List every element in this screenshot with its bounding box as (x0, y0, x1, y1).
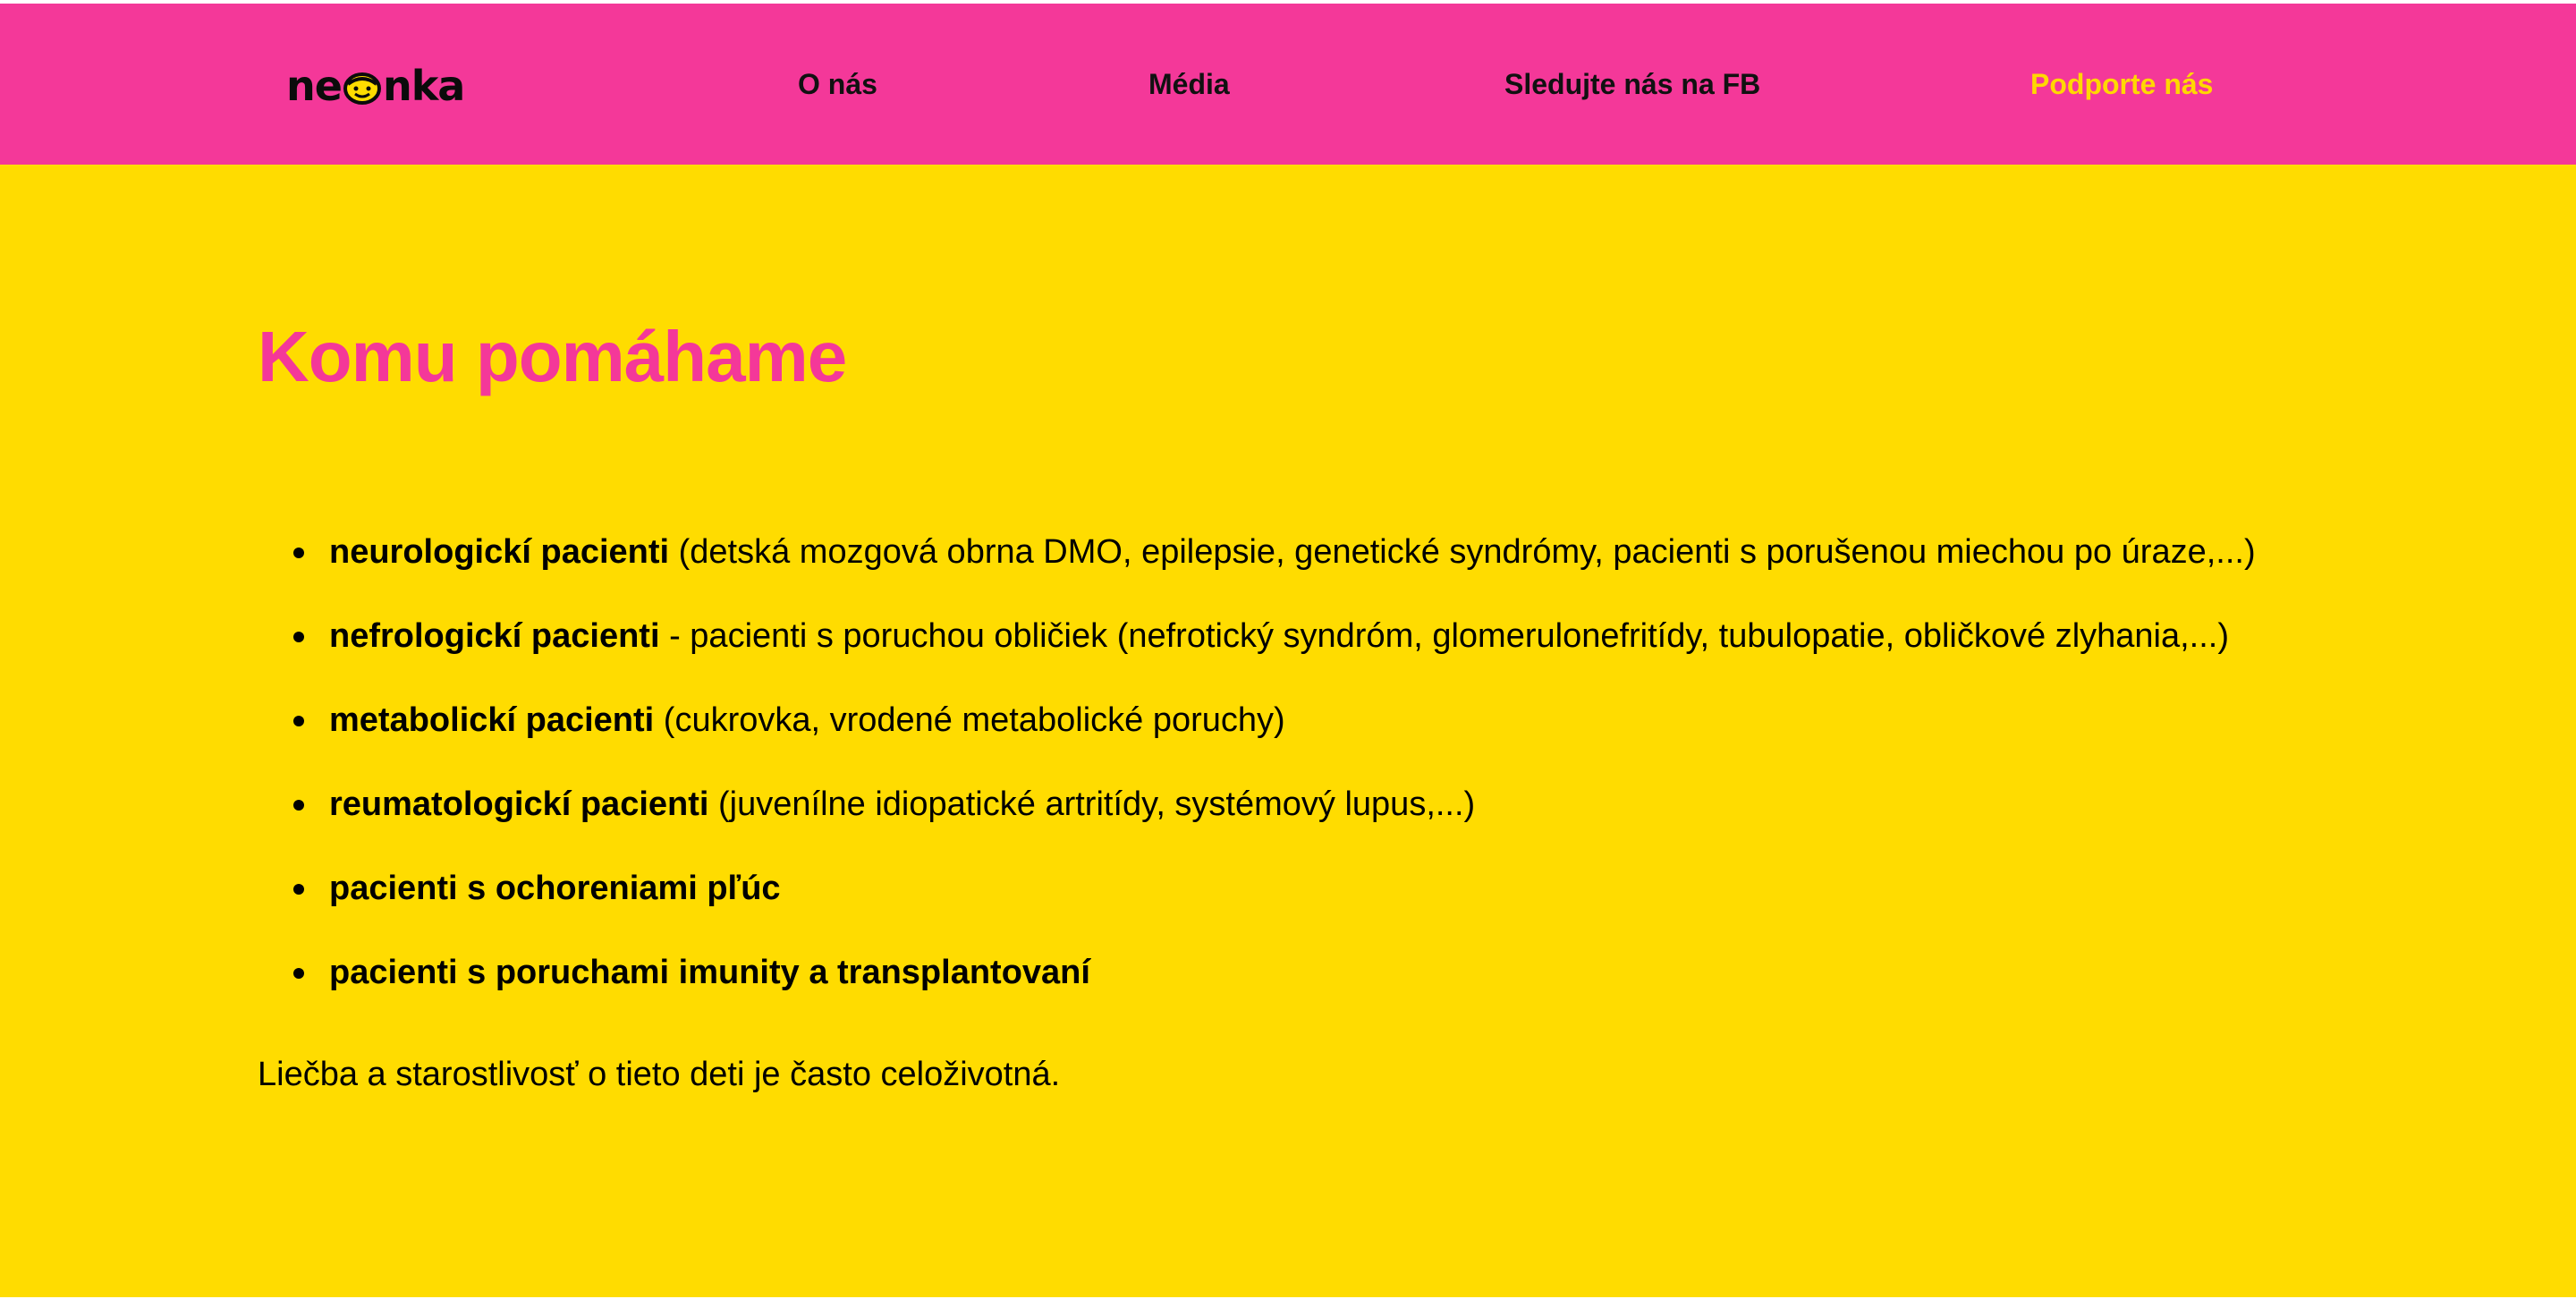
list-item: reumatologickí pacienti (juvenílne idiop… (258, 784, 2256, 868)
page-title: Komu pomáhame (258, 317, 847, 396)
bullet-icon (293, 716, 304, 726)
list-item: nefrologickí pacienti - pacienti s poruc… (258, 616, 2256, 700)
list-item-title: pacienti s poruchami imunity a transplan… (329, 954, 1090, 991)
list-item-title: neurologickí pacienti (329, 533, 670, 571)
bullet-icon (293, 632, 304, 642)
nav-media-link[interactable]: Média (1148, 4, 1230, 165)
logo-text-left: ne (286, 62, 343, 110)
bullet-icon (293, 968, 304, 979)
logo-text-right: nka (382, 62, 465, 110)
bullet-icon (293, 884, 304, 895)
bullet-icon (293, 548, 304, 558)
list-item-title: pacienti s ochoreniami pľúc (329, 870, 781, 907)
list-item-detail: (detská mozgová obrna DMO, epilepsie, ge… (669, 533, 2256, 571)
list-item: pacienti s ochoreniami pľúc (258, 868, 2256, 952)
list-item-detail: (cukrovka, vrodené metabolické poruchy) (654, 701, 1285, 739)
list-item-detail: (juvenílne idiopatické artritídy, systém… (708, 785, 1476, 823)
list-item-title: reumatologickí pacienti (329, 785, 709, 823)
list-item-detail: - pacienti s poruchou obličiek (nefrotic… (659, 617, 2230, 655)
site-header: ne nka O nás Média Sledujte nás na FB Po… (0, 4, 2576, 165)
nav-about-link[interactable]: O nás (798, 4, 877, 165)
list-item-title: metabolickí pacienti (329, 701, 655, 739)
lifelong-care-note: Liečba a starostlivosť o tieto deti je č… (258, 1056, 1061, 1093)
list-item: neurologickí pacienti (detská mozgová ob… (258, 531, 2256, 616)
list-item: metabolickí pacienti (cukrovka, vrodené … (258, 700, 2256, 784)
bullet-icon (293, 800, 304, 811)
nav-facebook-link[interactable]: Sledujte nás na FB (1504, 4, 1760, 165)
neonka-logo[interactable]: ne nka (286, 59, 465, 113)
patient-list: neurologickí pacienti (detská mozgová ob… (258, 531, 2256, 1036)
smiling-face-icon (343, 72, 381, 105)
main-content: Komu pomáhame neurologickí pacienti (det… (0, 165, 2576, 1297)
list-item: pacienti s poruchami imunity a transplan… (258, 952, 2256, 1036)
nav-support-link[interactable]: Podporte nás (2030, 4, 2213, 165)
logo-wordmark: ne nka (286, 62, 465, 110)
list-item-title: nefrologickí pacienti (329, 617, 660, 655)
